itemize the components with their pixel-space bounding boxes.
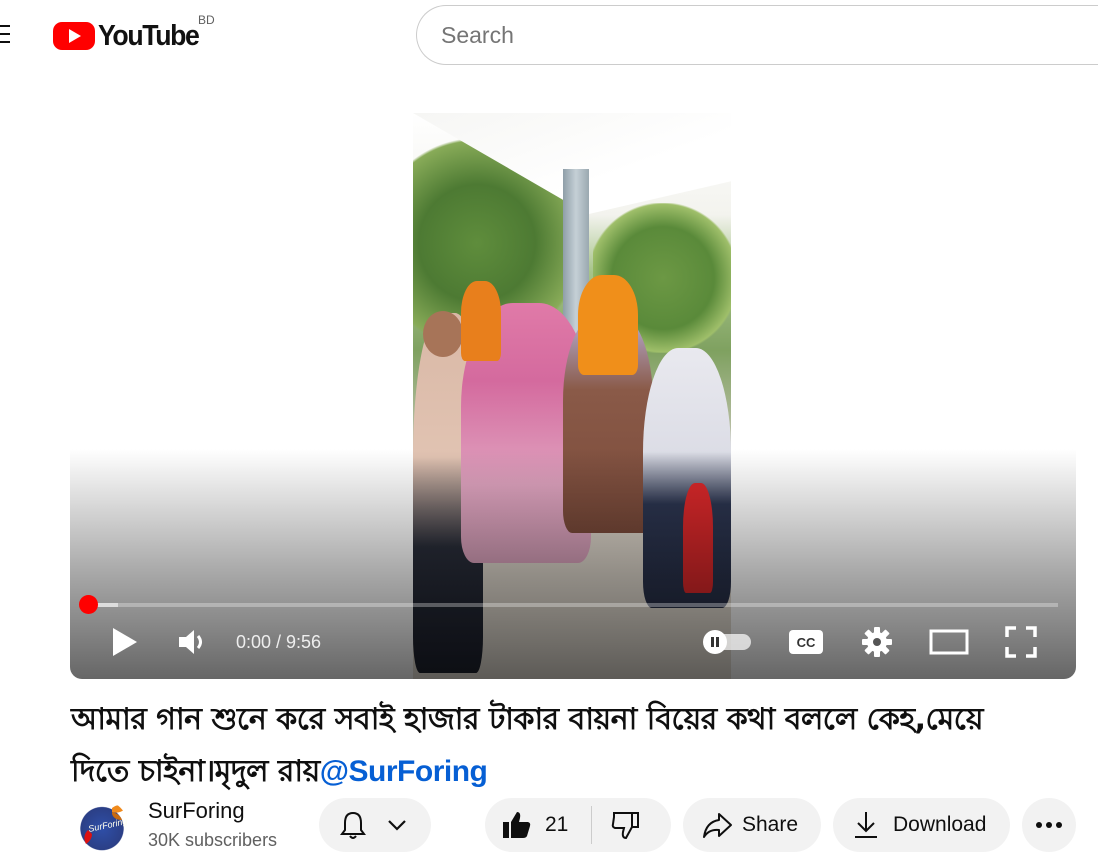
progress-bar[interactable] <box>79 595 1058 614</box>
channel-avatar[interactable]: SurForing <box>76 800 128 852</box>
country-code: BD <box>198 13 215 27</box>
video-title-text: আমার গান শুনে করে সবাই হাজার টাকার বায়ন… <box>71 702 984 789</box>
mute-button[interactable] <box>168 618 216 666</box>
video-player[interactable]: 0:00 / 9:56 CC <box>70 113 1076 679</box>
captions-label: CC <box>797 635 816 650</box>
progress-scrubber[interactable] <box>79 595 98 614</box>
player-controls: 0:00 / 9:56 CC <box>70 618 1076 666</box>
theater-mode-button[interactable] <box>925 618 973 666</box>
search-input[interactable] <box>441 21 1098 49</box>
play-icon <box>113 628 137 656</box>
notifications-button[interactable] <box>319 798 431 852</box>
like-count: 21 <box>545 813 569 836</box>
more-icon <box>1036 822 1062 828</box>
channel-handle-link[interactable]: @SurForing <box>320 755 488 788</box>
captions-button[interactable]: CC <box>782 618 830 666</box>
time-display: 0:00 / 9:56 <box>236 632 322 652</box>
autoplay-toggle[interactable] <box>698 618 758 666</box>
masthead: YouTube BD <box>0 0 1098 72</box>
like-dislike-group: 21 <box>485 798 671 852</box>
download-icon <box>855 812 877 838</box>
download-label: Download <box>893 813 987 836</box>
search-box[interactable] <box>416 5 1098 65</box>
fullscreen-button[interactable] <box>997 618 1045 666</box>
dislike-button[interactable] <box>592 798 671 852</box>
download-button[interactable]: Download <box>833 798 1010 852</box>
youtube-logo-icon <box>53 22 95 50</box>
fullscreen-icon <box>1005 626 1037 658</box>
like-button[interactable]: 21 <box>485 798 591 852</box>
autoplay-toggle-icon <box>703 630 751 654</box>
captions-icon: CC <box>789 630 823 654</box>
menu-icon[interactable] <box>0 22 12 46</box>
theater-mode-icon <box>929 629 969 655</box>
play-button[interactable] <box>100 618 148 666</box>
logo-text: YouTube <box>98 19 200 52</box>
channel-name[interactable]: SurForing <box>148 798 245 824</box>
share-button[interactable]: Share <box>683 798 821 852</box>
share-label: Share <box>742 813 799 836</box>
video-title: আমার গান শুনে করে সবাই হাজার টাকার বায়ন… <box>71 694 1031 798</box>
subscriber-count: 30K subscribers <box>148 830 278 850</box>
settings-button[interactable] <box>853 618 901 666</box>
dislike-icon <box>611 812 639 840</box>
settings-icon <box>862 627 892 657</box>
bell-icon <box>340 811 366 839</box>
volume-icon <box>179 630 202 654</box>
more-actions-button[interactable] <box>1022 798 1076 852</box>
share-icon <box>703 813 732 838</box>
like-icon <box>503 812 531 838</box>
chevron-down-icon <box>388 820 406 831</box>
youtube-logo[interactable]: YouTube <box>52 20 207 52</box>
